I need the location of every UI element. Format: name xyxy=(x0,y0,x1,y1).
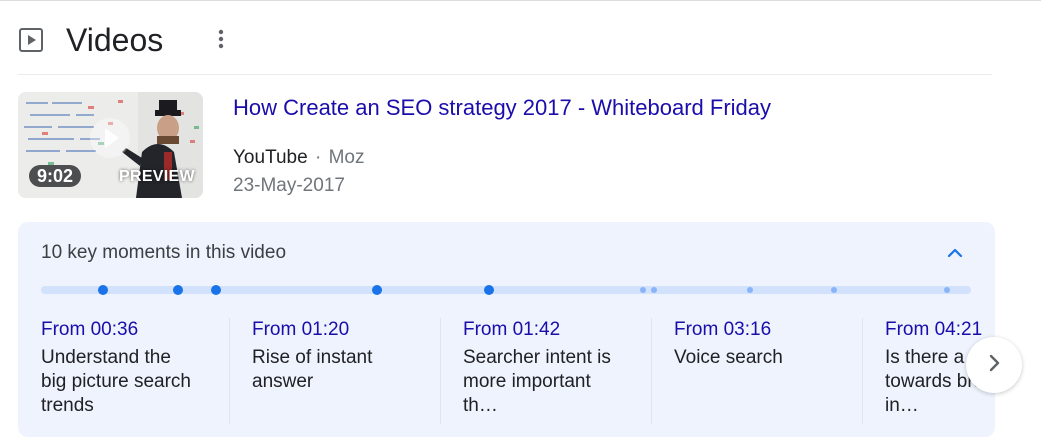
section-header: Videos xyxy=(18,20,163,60)
key-moment-label: Rise of instant answer xyxy=(252,347,373,392)
key-moment-label: Searcher intent is more important th… xyxy=(463,347,611,416)
video-channel: Moz xyxy=(328,147,365,168)
key-moment-item[interactable]: From 01:42 Searcher intent is more import… xyxy=(440,318,651,430)
key-moment-item[interactable]: From 03:16 Voice search xyxy=(651,318,862,430)
key-moment-time[interactable]: From 00:36 xyxy=(41,318,229,342)
timeline-marker[interactable] xyxy=(640,287,647,293)
timeline-marker[interactable] xyxy=(830,287,837,293)
timeline-marker[interactable] xyxy=(746,287,753,293)
timeline-marker[interactable] xyxy=(650,287,657,293)
key-moments-timeline[interactable] xyxy=(41,285,971,295)
key-moment-item[interactable]: From 01:20 Rise of instant answer xyxy=(229,318,440,430)
timeline-marker[interactable] xyxy=(173,285,184,295)
key-moment-label: Understand the big picture search trends xyxy=(41,347,191,416)
timeline-marker[interactable] xyxy=(943,287,950,293)
key-moments-panel: 10 key moments in this video From 00:36 U… xyxy=(18,222,995,437)
timeline-marker[interactable] xyxy=(211,285,222,295)
timeline-marker[interactable] xyxy=(372,285,383,295)
key-moment-time[interactable]: From 03:16 xyxy=(674,318,862,342)
next-moments-button[interactable] xyxy=(966,337,1022,393)
video-play-icon xyxy=(18,27,44,53)
top-divider xyxy=(0,0,1041,1)
preview-label: PREVIEW xyxy=(119,168,195,185)
video-thumbnail[interactable]: 9:02 PREVIEW xyxy=(18,92,203,198)
chevron-up-icon[interactable] xyxy=(944,242,966,264)
key-moment-time[interactable]: From 01:42 xyxy=(463,318,651,342)
video-duration: 9:02 xyxy=(29,165,82,187)
key-moment-item[interactable]: From 00:36 Understand the big picture sea… xyxy=(18,318,229,430)
more-vert-icon[interactable] xyxy=(212,26,230,52)
key-moment-label: Voice search xyxy=(674,347,783,368)
key-moment-time[interactable]: From 01:20 xyxy=(252,318,440,342)
video-title-link[interactable]: How Create an SEO strategy 2017 - Whiteb… xyxy=(233,94,771,122)
key-moments-title: 10 key moments in this video xyxy=(41,242,287,263)
header-divider xyxy=(18,74,992,75)
video-source-line: YouTube · Moz xyxy=(233,146,364,170)
timeline-marker[interactable] xyxy=(97,285,108,295)
timeline-marker[interactable] xyxy=(483,285,494,295)
section-title: Videos xyxy=(66,22,164,58)
video-date: 23-May-2017 xyxy=(233,175,345,196)
chevron-right-icon xyxy=(988,354,1000,377)
key-moments-list: From 00:36 Understand the big picture sea… xyxy=(18,318,995,430)
meta-separator: · xyxy=(314,147,322,168)
key-moment-time[interactable]: From 04:21 xyxy=(885,318,995,342)
video-source: YouTube xyxy=(233,147,308,168)
